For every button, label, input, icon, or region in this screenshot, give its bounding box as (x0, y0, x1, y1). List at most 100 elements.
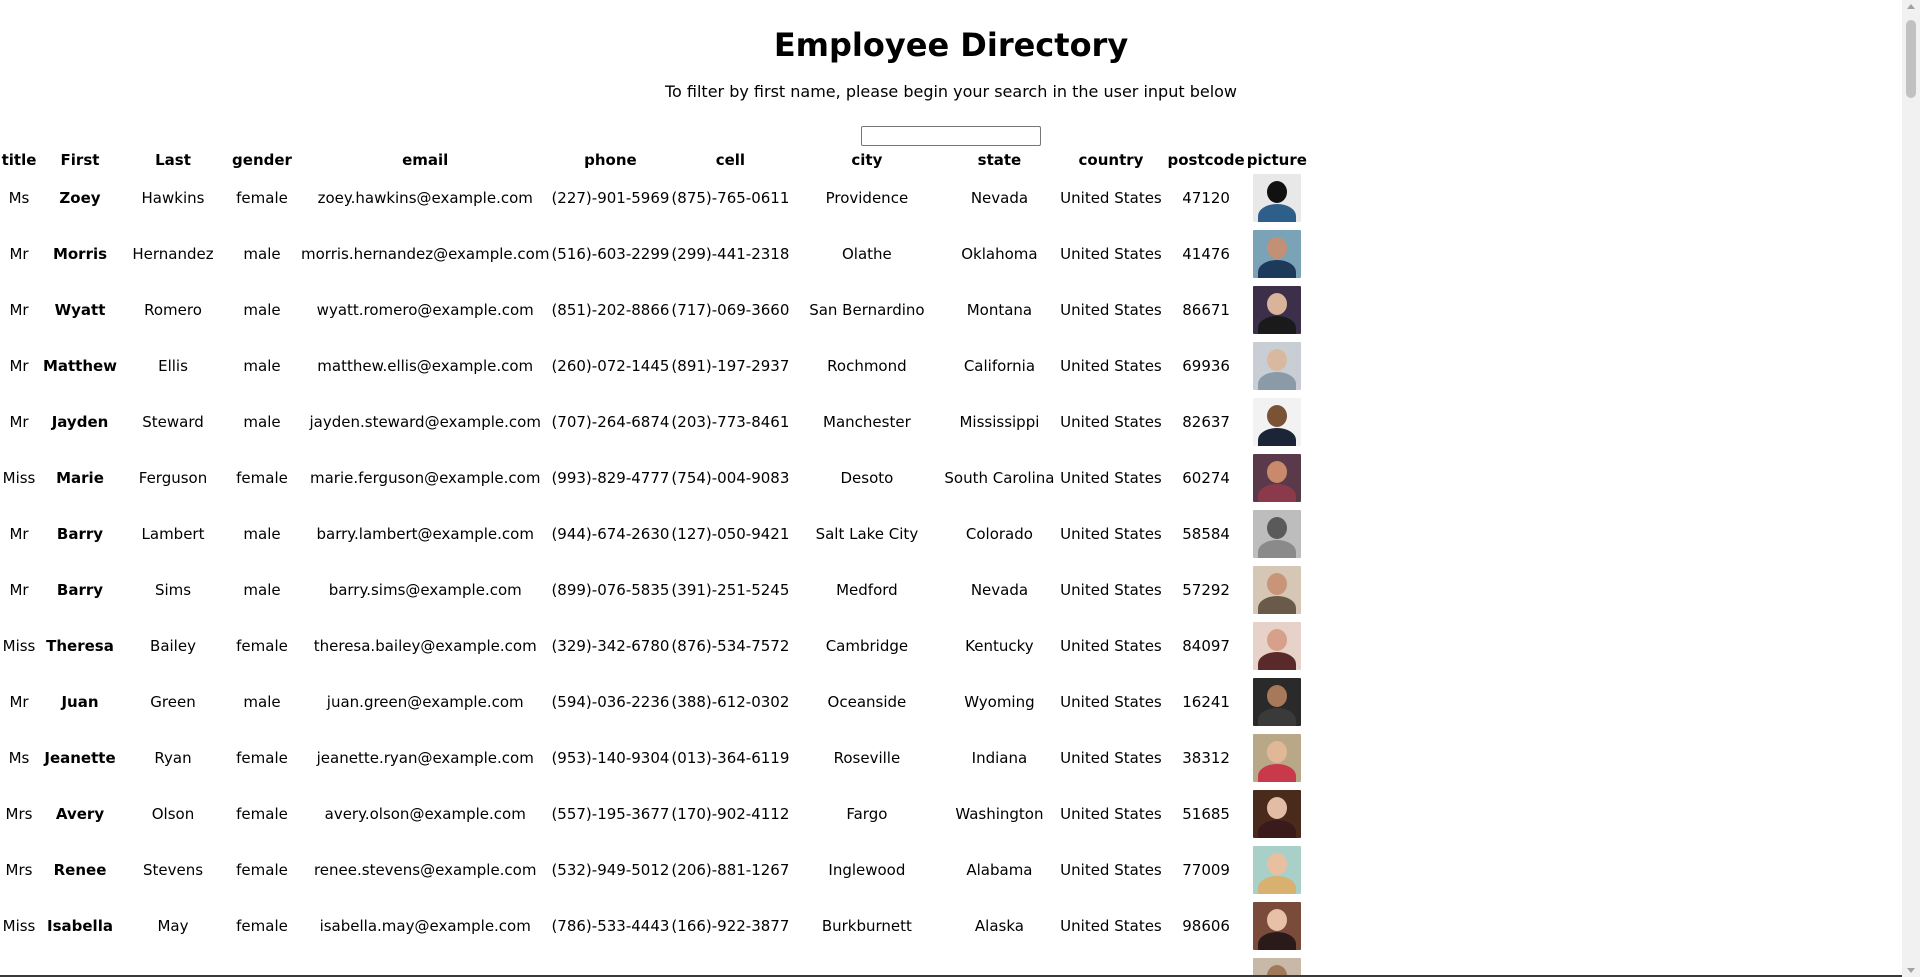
cell-state: Nevada (970, 189, 1029, 207)
scroll-up-arrow-icon[interactable] (1907, 4, 1915, 9)
employee-photo (1252, 454, 1301, 502)
cell-title (0, 954, 38, 977)
cell-country: United States (1060, 581, 1162, 599)
cell-state: Mississippi (959, 413, 1040, 431)
column-header-email[interactable]: email (300, 150, 550, 170)
table-row: Ms Zoey Hawkins female zoey.hawkins@example.… (0, 170, 1308, 226)
cell-last: Ellis (158, 357, 188, 375)
photo-shoulders (1257, 876, 1296, 894)
cell-picture (1246, 898, 1308, 954)
cell-gender: female (236, 861, 288, 879)
cell-picture (1246, 842, 1308, 898)
photo-shoulders (1257, 708, 1296, 726)
table-body: Ms Zoey Hawkins female zoey.hawkins@example.… (0, 170, 1308, 977)
photo-shoulders (1257, 540, 1296, 558)
cell-phone: (899)-076-5835 (551, 581, 670, 599)
cell-postcode: 98606 (1182, 917, 1230, 935)
cell-phone: (851)-202-8866 (551, 301, 670, 319)
cell-gender: male (243, 525, 281, 543)
column-header-gender[interactable]: gender (224, 150, 300, 170)
photo-shoulders (1257, 316, 1296, 334)
cell-phone: (993)-829-4777 (551, 469, 670, 487)
cell-last: Ryan (154, 749, 192, 767)
cell-state: Colorado (965, 525, 1033, 543)
cell-first: Barry (56, 581, 104, 599)
cell-email: barry.sims@example.com (328, 581, 522, 599)
column-header-picture[interactable]: picture (1246, 150, 1308, 170)
cell-first: Marie (56, 469, 104, 487)
column-header-title[interactable]: title (0, 150, 38, 170)
cell-postcode: 38312 (1182, 749, 1230, 767)
scrollbar-thumb[interactable] (1906, 20, 1916, 98)
cell-first (38, 954, 122, 977)
table-row: Mr Wyatt Romero male wyatt.romero@example.co… (0, 282, 1308, 338)
photo-face (1266, 685, 1287, 707)
cell-country: United States (1060, 469, 1162, 487)
cell-title: Mr (9, 357, 29, 375)
cell-picture (1246, 338, 1308, 394)
cell-postcode: 82637 (1182, 413, 1230, 431)
scroll-down-arrow-icon[interactable] (1907, 968, 1915, 973)
search-instructions: To filter by first name, please begin yo… (664, 82, 1238, 101)
cell-first: Morris (52, 245, 108, 263)
column-header-city[interactable]: city (790, 150, 943, 170)
cell-city: Providence (825, 189, 909, 207)
cell-country: United States (1060, 301, 1162, 319)
photo-shoulders (1257, 204, 1296, 222)
cell-first: Wyatt (54, 301, 106, 319)
cell-state: Nevada (970, 581, 1029, 599)
cell-cell: (388)-612-0302 (671, 693, 790, 711)
vertical-scrollbar[interactable] (1902, 0, 1920, 977)
cell-last: Romero (144, 301, 202, 319)
employee-photo (1252, 398, 1301, 446)
cell-email: marie.ferguson@example.com (310, 469, 541, 487)
column-header-last[interactable]: Last (122, 150, 224, 170)
cell-gender: female (236, 189, 288, 207)
cell-city: Roseville (833, 749, 901, 767)
cell-country: United States (1060, 749, 1162, 767)
cell-city: Rochmond (827, 357, 907, 375)
photo-face (1266, 293, 1287, 315)
cell-email: avery.olson@example.com (324, 805, 526, 823)
column-header-cell[interactable]: cell (670, 150, 790, 170)
table-row: Miss Isabella May female isabella.may@exampl… (0, 898, 1308, 954)
cell-country: United States (1060, 245, 1162, 263)
cell-picture (1246, 954, 1308, 977)
cell-country: United States (1060, 917, 1162, 935)
cell-gender: female (236, 917, 288, 935)
cell-title: Mr (9, 525, 29, 543)
cell-email: zoey.hawkins@example.com (317, 189, 533, 207)
cell-email: isabella.may@example.com (319, 917, 531, 935)
cell-last: Lambert (141, 525, 205, 543)
cell-picture (1246, 674, 1308, 730)
cell-city: Desoto (840, 469, 894, 487)
cell-phone: (532)-949-5012 (551, 861, 670, 879)
employee-photo (1252, 286, 1301, 334)
first-name-search-input[interactable] (861, 125, 1041, 146)
photo-shoulders (1257, 932, 1296, 950)
cell-picture (1246, 506, 1308, 562)
table-row: Mrs Renee Stevens female renee.stevens@examp… (0, 842, 1308, 898)
cell-postcode: 84097 (1182, 637, 1230, 655)
column-header-state[interactable]: state (943, 150, 1055, 170)
cell-phone: (516)-603-2299 (551, 245, 670, 263)
employee-photo (1252, 790, 1301, 838)
cell-title: Miss (2, 637, 36, 655)
column-header-country[interactable]: country (1055, 150, 1166, 170)
cell-email: theresa.bailey@example.com (313, 637, 537, 655)
employee-photo (1252, 174, 1301, 222)
cell-state: Indiana (971, 749, 1028, 767)
employee-photo (1252, 566, 1301, 614)
cell-first: Theresa (46, 637, 114, 655)
cell-phone: (329)-342-6780 (551, 637, 670, 655)
column-header-postcode[interactable]: postcode (1166, 150, 1245, 170)
employee-photo (1252, 902, 1301, 950)
cell-cell: (170)-902-4112 (671, 805, 790, 823)
cell-cell: (391)-251-5245 (671, 581, 790, 599)
employee-table: title First Last gender email phone cell… (0, 150, 1308, 977)
column-header-first[interactable]: First (38, 150, 122, 170)
column-header-phone[interactable]: phone (550, 150, 670, 170)
cell-gender: male (243, 245, 281, 263)
cell-city (790, 954, 943, 977)
cell-state: Montana (966, 301, 1033, 319)
